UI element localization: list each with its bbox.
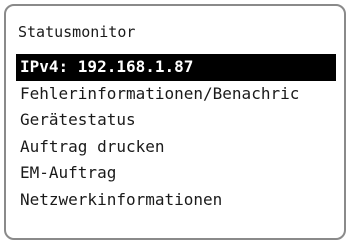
menu-item-ipv4[interactable]: IPv4: 192.168.1.87: [16, 54, 336, 81]
menu-item-network-information[interactable]: Netzwerkinformationen: [16, 187, 342, 214]
menu-item-error-information[interactable]: Fehlerinformationen/Benachric: [16, 81, 342, 108]
menu-item-print-job[interactable]: Auftrag drucken: [16, 134, 342, 161]
status-menu-list: IPv4: 192.168.1.87 Fehlerinformationen/B…: [16, 54, 342, 213]
screen-title: Statusmonitor: [18, 23, 136, 41]
menu-item-device-status[interactable]: Gerätestatus: [16, 107, 342, 134]
printer-display-panel: Statusmonitor IPv4: 192.168.1.87 Fehleri…: [4, 4, 346, 240]
menu-item-rx-job[interactable]: EM-Auftrag: [16, 160, 342, 187]
